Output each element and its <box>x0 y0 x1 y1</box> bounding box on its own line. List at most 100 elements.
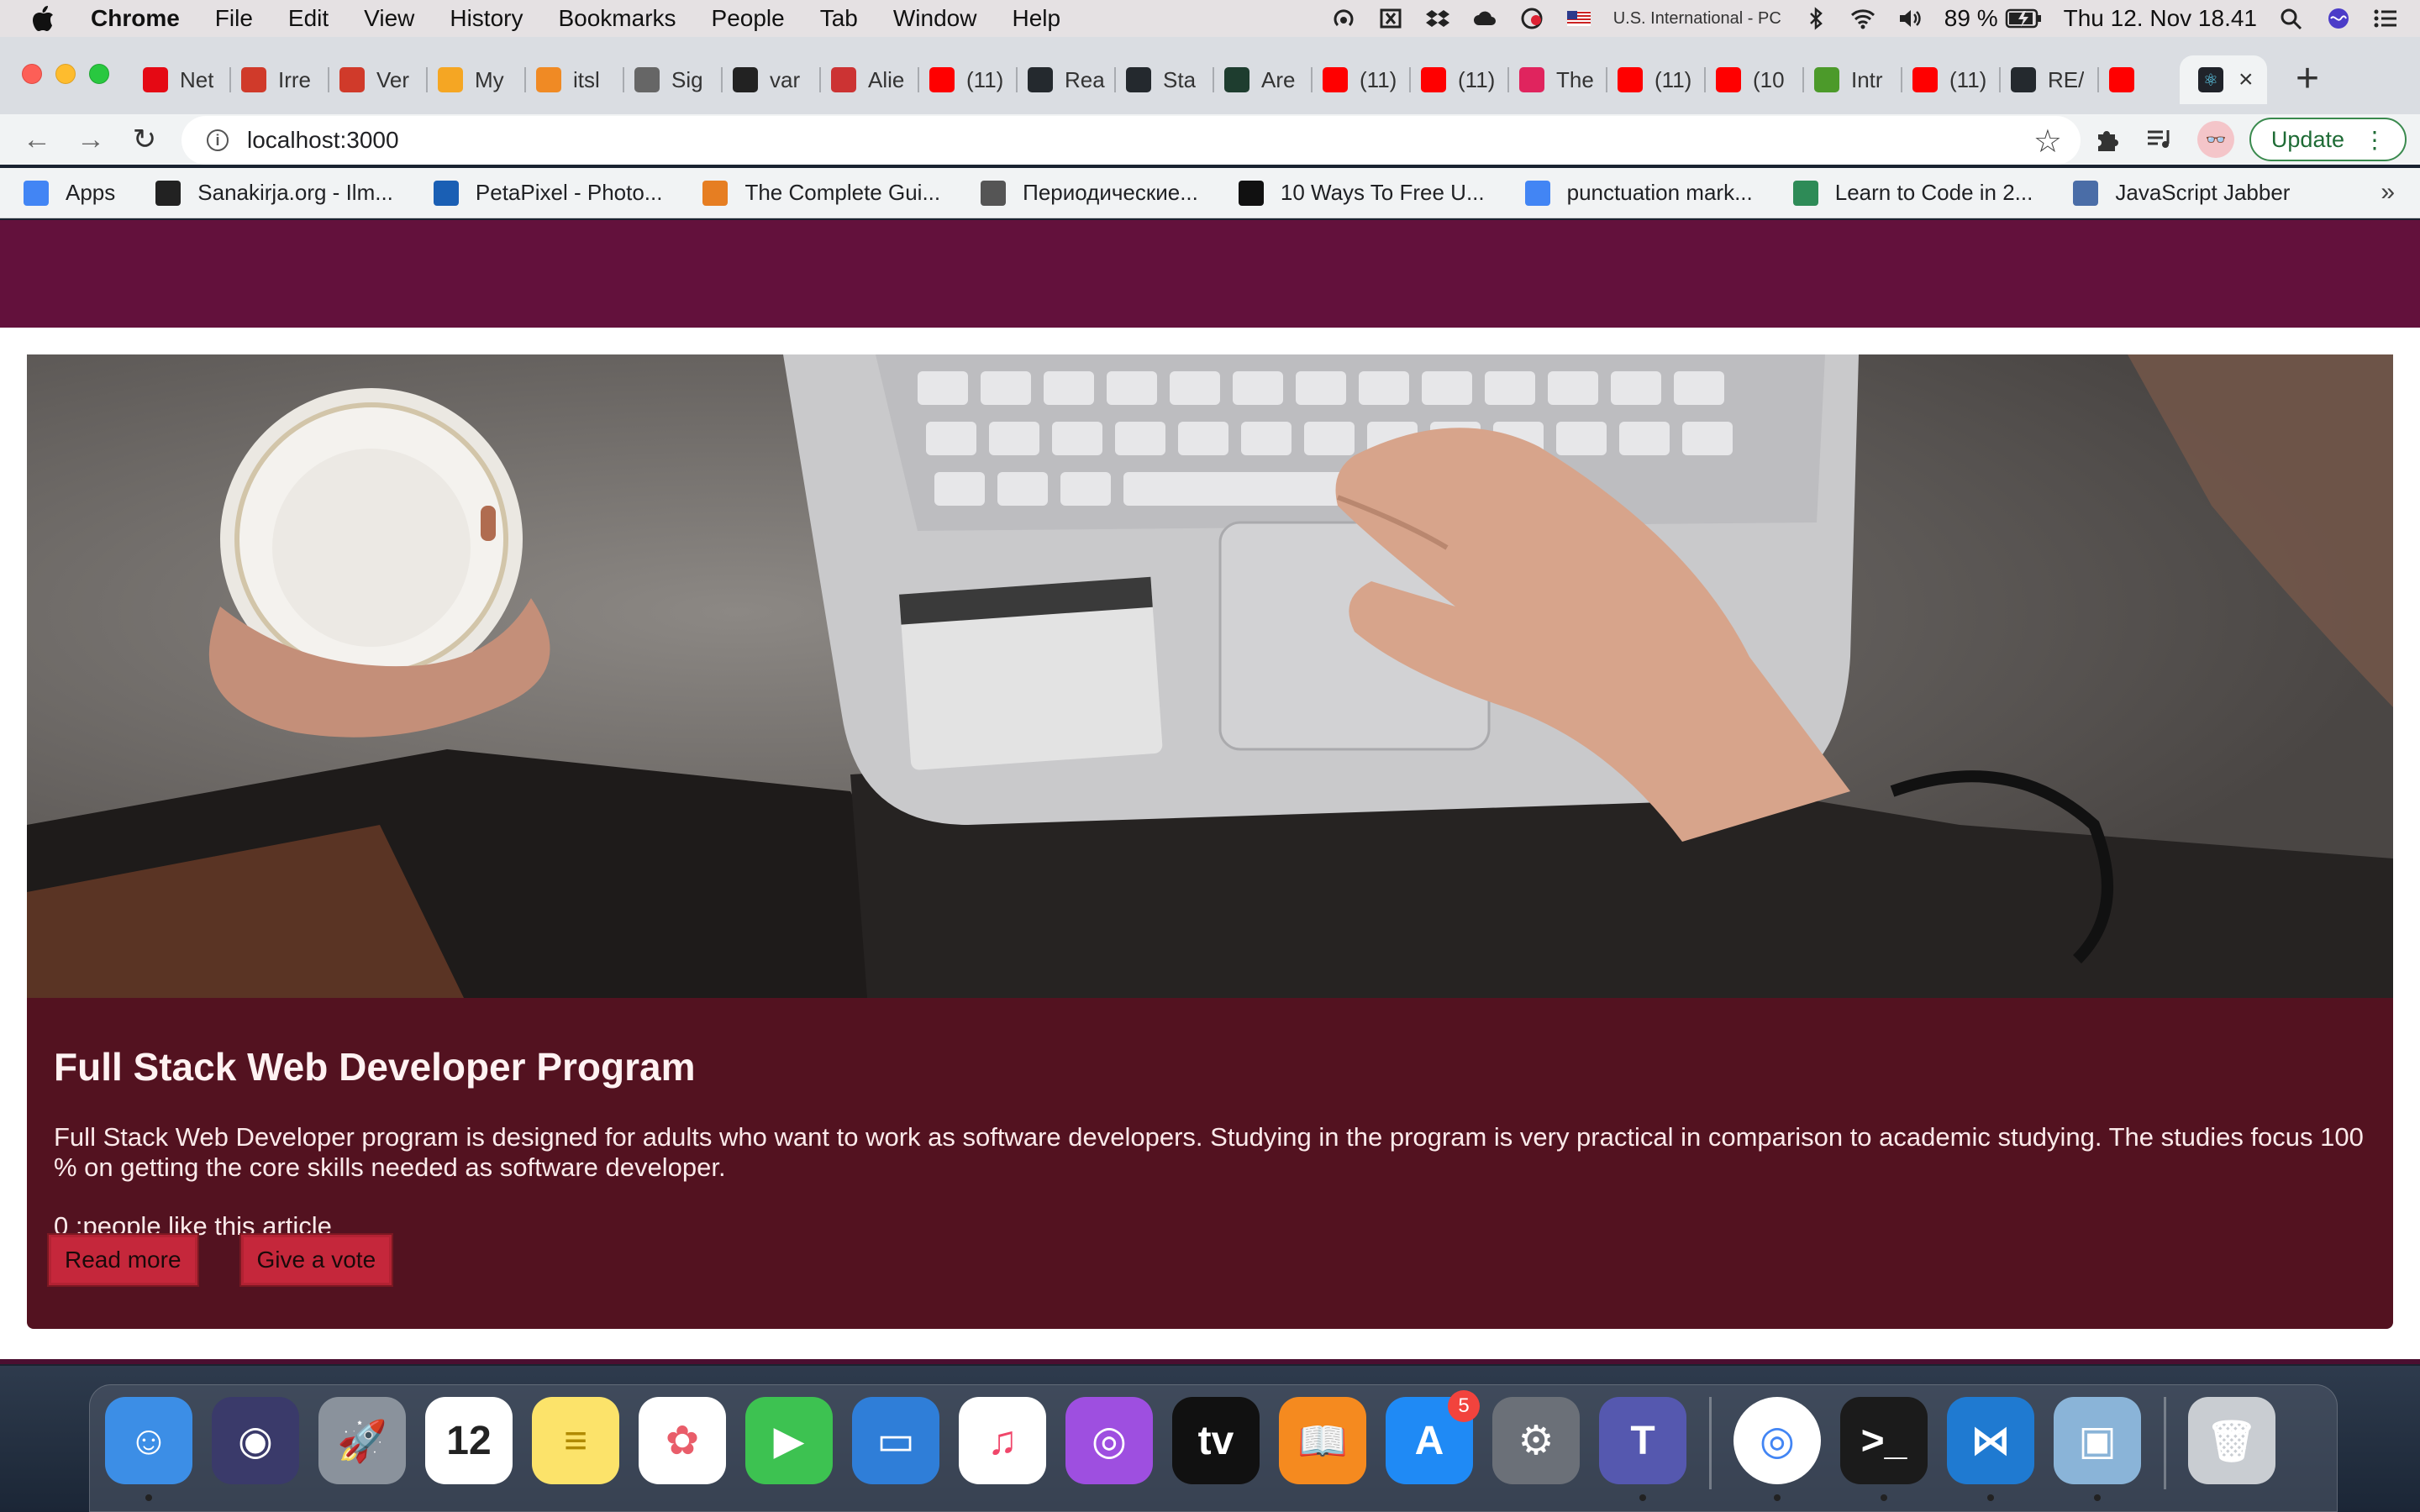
tab-12[interactable]: (11) <box>1313 55 1411 104</box>
music-icon[interactable]: ♫ <box>959 1397 1046 1484</box>
menu-edit[interactable]: Edit <box>288 5 329 32</box>
tab-2[interactable]: Ver <box>329 55 428 104</box>
tab-6[interactable]: var <box>723 55 821 104</box>
finder-icon[interactable]: ☺ <box>105 1397 192 1501</box>
forward-arrow-icon[interactable]: → <box>72 121 109 158</box>
tab-3[interactable]: My <box>428 55 526 104</box>
tab-8[interactable]: (11) <box>919 55 1018 104</box>
keynote-icon[interactable]: ▭ <box>852 1397 939 1484</box>
menu-app-name[interactable]: Chrome <box>91 5 180 32</box>
notification-center-icon[interactable] <box>2373 7 2398 30</box>
siri-icon[interactable]: ◉ <box>212 1397 299 1484</box>
tab-15[interactable]: (11) <box>1607 55 1706 104</box>
update-button[interactable]: Update ⋮ <box>2249 118 2407 161</box>
close-window-button[interactable] <box>22 64 42 84</box>
bookmark-0[interactable]: Apps <box>24 180 115 206</box>
menu-history[interactable]: History <box>450 5 523 32</box>
menu-people[interactable]: People <box>712 5 785 32</box>
kebab-menu-icon[interactable]: ⋮ <box>2363 126 2386 154</box>
appletv-icon[interactable]: tv <box>1172 1397 1260 1484</box>
tab-13[interactable]: (11) <box>1411 55 1509 104</box>
tab-18[interactable]: (11) <box>1902 55 2001 104</box>
bookmark-7[interactable]: Learn to Code in 2... <box>1792 180 2033 206</box>
tab-16[interactable]: (10 <box>1706 55 1804 104</box>
tab-9[interactable]: Rea <box>1018 55 1116 104</box>
tab-7[interactable]: Alie <box>821 55 919 104</box>
tab-0[interactable]: Net <box>133 55 231 104</box>
us-flag-icon[interactable] <box>1566 7 1591 30</box>
podcasts-icon[interactable]: ◎ <box>1065 1397 1153 1484</box>
close-tab-icon[interactable]: × <box>2238 66 2254 94</box>
teams-icon[interactable]: T <box>1599 1397 1686 1501</box>
tab-4[interactable]: itsl <box>526 55 624 104</box>
menu-bookmarks[interactable]: Bookmarks <box>558 5 676 32</box>
bookmark-5[interactable]: 10 Ways To Free U... <box>1238 180 1485 206</box>
profile-avatar-icon[interactable]: 👓 <box>2196 121 2234 158</box>
bookmark-star-icon[interactable]: ☆ <box>2033 123 2062 160</box>
zoom-window-button[interactable] <box>89 64 109 84</box>
browser-toolbar: ← → ↻ i localhost:3000 ☆ 👓 Update ⋮ <box>0 114 2420 165</box>
creative-cloud-icon[interactable] <box>1519 7 1544 30</box>
reload-icon[interactable]: ↻ <box>126 121 163 158</box>
menu-tab[interactable]: Tab <box>820 5 858 32</box>
tab-11[interactable]: Are <box>1214 55 1313 104</box>
preview-icon[interactable]: ▣ <box>2054 1397 2141 1501</box>
menu-help[interactable]: Help <box>1012 5 1060 32</box>
wifi-icon[interactable] <box>1850 7 1876 30</box>
dropbox-icon[interactable] <box>1425 7 1450 30</box>
bluetooth-icon[interactable] <box>1803 7 1828 30</box>
media-controls-icon[interactable] <box>2144 123 2177 156</box>
vscode-icon[interactable]: ⋈ <box>1947 1397 2034 1501</box>
books-icon[interactable]: 📖 <box>1279 1397 1366 1484</box>
give-vote-button[interactable]: Give a vote <box>240 1235 392 1285</box>
vscode-glyph: ⋈ <box>1970 1419 2011 1463</box>
site-info-icon[interactable]: i <box>207 129 229 151</box>
tab-10[interactable]: Sta <box>1116 55 1214 104</box>
browser-tab-strip: Net Irre Ver My itsl Sig var Alie (11) Rea Sta Are (… <box>0 37 2420 121</box>
siri-menubar-icon[interactable] <box>2326 7 2351 30</box>
bluetooth-alt-status-icon[interactable] <box>1378 7 1403 30</box>
new-tab-button[interactable]: + <box>2296 59 2319 99</box>
url-text[interactable]: localhost:3000 <box>247 127 399 154</box>
menu-file[interactable]: File <box>215 5 253 32</box>
back-arrow-icon[interactable]: ← <box>18 121 55 158</box>
appstore-icon[interactable]: A5 <box>1386 1390 1480 1484</box>
system-preferences-icon[interactable]: ⚙ <box>1492 1397 1580 1484</box>
clock[interactable]: Thu 12. Nov 18.41 <box>2064 5 2257 32</box>
battery-charging-icon[interactable] <box>2005 8 2042 29</box>
address-bar[interactable]: i localhost:3000 ☆ <box>182 116 2081 165</box>
minimize-window-button[interactable] <box>55 64 76 84</box>
tab-17[interactable]: Intr <box>1804 55 1902 104</box>
facetime-icon[interactable]: ▶ <box>745 1397 833 1484</box>
bookmark-1[interactable]: Sanakirja.org - Ilm... <box>155 180 393 206</box>
photos-icon[interactable]: ✿ <box>639 1397 726 1484</box>
bookmark-6[interactable]: punctuation mark... <box>1524 180 1753 206</box>
menu-view[interactable]: View <box>364 5 414 32</box>
notes-icon[interactable]: ≡ <box>532 1397 619 1484</box>
tab-19[interactable]: RE/ <box>2001 55 2099 104</box>
bookmark-2[interactable]: PetaPixel - Photo... <box>433 180 662 206</box>
bookmarks-overflow-chevron-icon[interactable]: » <box>2381 178 2395 207</box>
read-more-button[interactable]: Read more <box>49 1235 197 1285</box>
battery-percent[interactable]: 89 % <box>1944 5 1998 32</box>
tab-active[interactable]: ⚛ × <box>2180 55 2267 104</box>
menu-window[interactable]: Window <box>893 5 977 32</box>
tab-14[interactable]: The <box>1509 55 1607 104</box>
tab-5[interactable]: Sig <box>624 55 723 104</box>
launchpad-icon[interactable]: 🚀 <box>318 1397 406 1484</box>
input-source-label[interactable]: U.S. International - PC <box>1613 9 1781 29</box>
spotlight-search-icon[interactable] <box>2279 7 2304 30</box>
airdrop-status-icon[interactable] <box>1331 7 1356 30</box>
apple-menu-icon[interactable] <box>30 4 59 33</box>
chrome-icon[interactable]: ◎ <box>1733 1397 1821 1501</box>
bookmark-3[interactable]: The Complete Gui... <box>702 180 940 206</box>
calendar-icon[interactable]: 12 <box>425 1397 513 1484</box>
terminal-icon[interactable]: >_ <box>1840 1397 1928 1501</box>
icloud-icon[interactable] <box>1472 7 1497 30</box>
tab-1[interactable]: Irre <box>231 55 329 104</box>
bookmark-4[interactable]: Периодические... <box>981 180 1198 206</box>
bookmark-8[interactable]: JavaScript Jabber <box>2073 180 2290 206</box>
extensions-puzzle-icon[interactable] <box>2090 123 2123 156</box>
volume-icon[interactable] <box>1897 7 1923 30</box>
trash-icon[interactable]: 🗑 <box>2188 1397 2275 1484</box>
